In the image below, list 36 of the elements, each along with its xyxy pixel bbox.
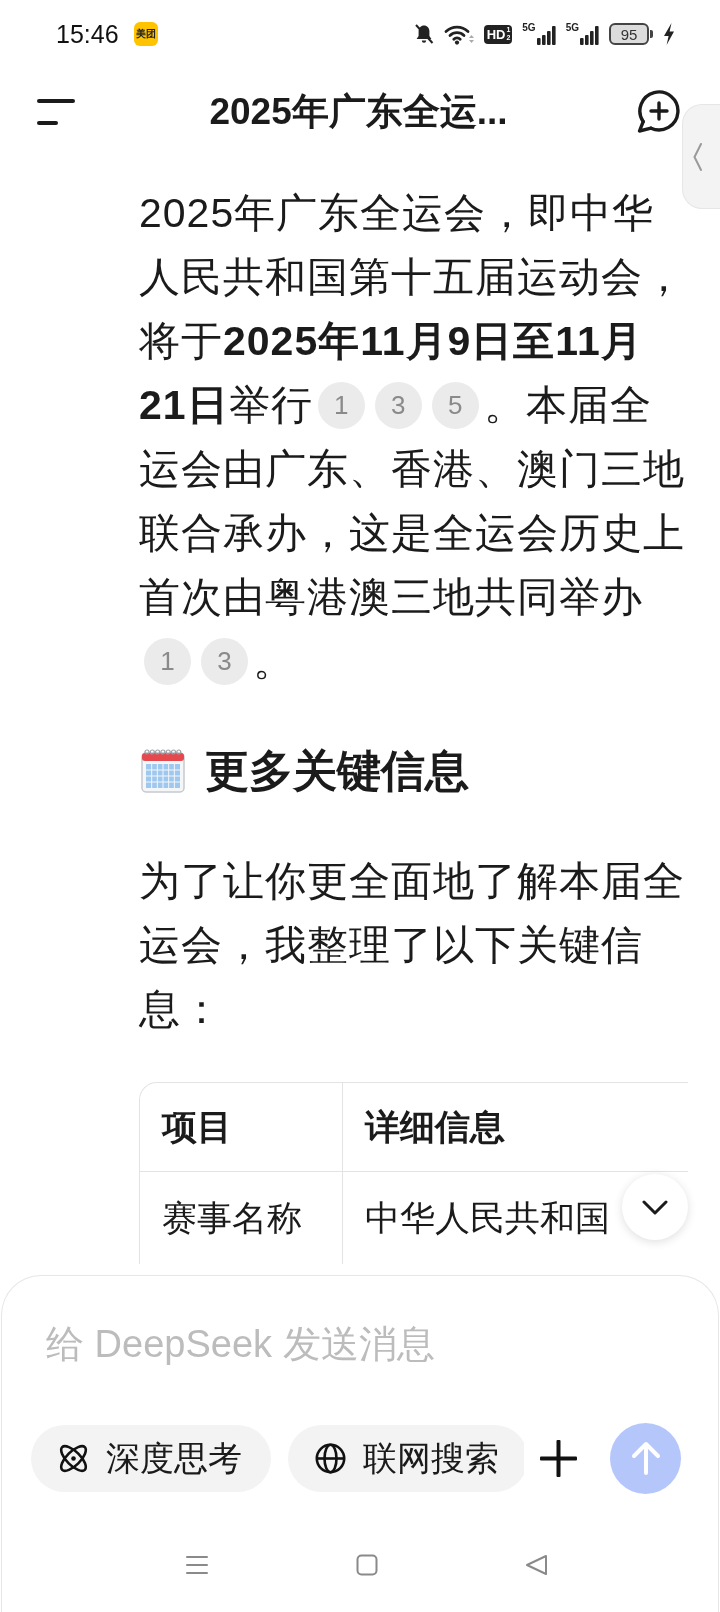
nav-menu-icon[interactable] — [185, 1555, 209, 1575]
calendar-icon — [139, 747, 187, 795]
globe-icon — [315, 1443, 346, 1474]
chevron-down-icon — [642, 1199, 668, 1215]
citation-badge[interactable]: 3 — [201, 637, 248, 685]
battery-indicator: 95 — [609, 23, 653, 45]
deep-think-toggle[interactable]: 深度思考 — [31, 1425, 271, 1492]
table-header-cell: 详细信息 — [365, 1107, 505, 1146]
wifi-icon — [443, 23, 474, 45]
menu-icon[interactable] — [37, 99, 75, 125]
network-type-label: 5G — [522, 23, 536, 33]
chat-title: 2025年广东全运... — [209, 90, 508, 134]
citation-badge[interactable]: 5 — [431, 381, 479, 429]
message-input[interactable]: 给 DeepSeek 发送消息 — [46, 1320, 666, 1368]
side-panel-handle[interactable] — [682, 104, 720, 209]
chevron-left-icon — [693, 142, 702, 171]
atom-icon — [58, 1443, 89, 1474]
app-notification-icon: 美团 — [133, 22, 158, 46]
table-cell-text: 中华人民共和国 — [365, 1197, 610, 1239]
signal-bars-icon — [536, 25, 556, 45]
nav-home-icon[interactable] — [356, 1554, 378, 1576]
status-time: 15:46 — [56, 19, 119, 49]
table-header-cell: 项目 — [162, 1107, 232, 1146]
plus-icon[interactable] — [540, 1440, 577, 1477]
message-paragraph: 2025年广东全运会，即中华人民共和国第十五届运动会，将于2025年11月9日至11月21日举行 1 3 5 。本届全运会由广东、香港、澳门三地联合承办，这是全运会历史上首次由粤港澳三地共同举办 1 3 。 — [139, 189, 686, 687]
message-paragraph: 为了让你更全面地了解本届全运会，我整理了以下关键信息： — [139, 857, 686, 1034]
citation-badge[interactable]: 1 — [317, 381, 365, 429]
signal-bars-icon — [580, 25, 599, 45]
citation-badge[interactable]: 3 — [374, 381, 422, 429]
table-cell-text: 赛事名称 — [162, 1197, 302, 1239]
section-heading: 更多关键信息 — [205, 745, 469, 797]
web-search-toggle[interactable]: 联网搜索 — [288, 1425, 524, 1492]
citation-badge[interactable]: 1 — [144, 637, 191, 685]
scroll-down-button[interactable] — [622, 1174, 688, 1240]
network-type-label: 5G — [565, 23, 579, 33]
nav-back-icon[interactable] — [525, 1554, 548, 1576]
